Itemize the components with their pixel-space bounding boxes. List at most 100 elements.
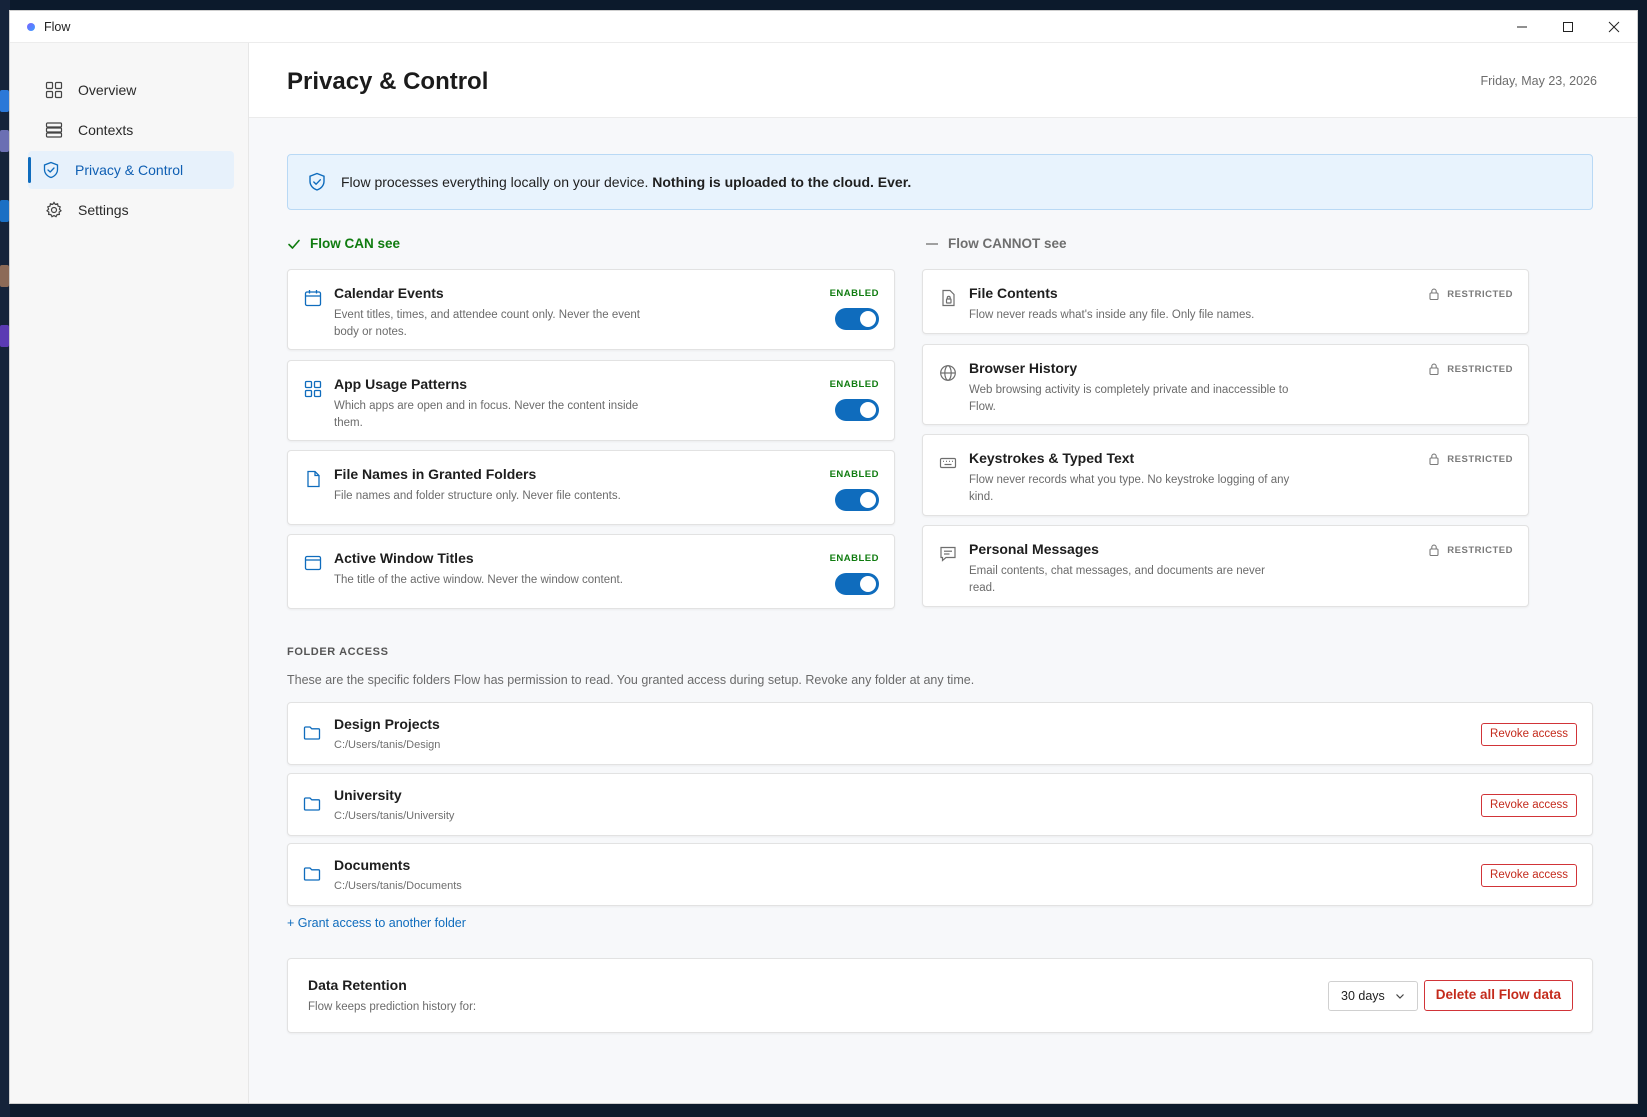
- sidebar-item-privacy-control[interactable]: Privacy & Control: [28, 151, 234, 189]
- desktop-icon: [0, 90, 9, 112]
- restricted-card-personal-messages: Personal Messages Email contents, chat m…: [922, 525, 1529, 607]
- restricted-badge: RESTRICTED: [1429, 288, 1513, 300]
- shield-check-icon: [41, 160, 61, 180]
- restricted-card-keystrokes: Keystrokes & Typed Text Flow never recor…: [922, 434, 1529, 516]
- grid-icon: [303, 379, 323, 399]
- sidebar-item-contexts[interactable]: Contexts: [28, 111, 234, 149]
- card-description: Flow never records what you type. No key…: [969, 474, 1290, 503]
- sidebar-item-label: Contexts: [78, 122, 134, 138]
- lock-icon: [1429, 363, 1439, 375]
- privacy-banner: Flow processes everything locally on you…: [287, 154, 1593, 210]
- select-value: 30 days: [1341, 989, 1385, 1003]
- maximize-icon: [1563, 22, 1573, 32]
- close-icon: [1608, 21, 1620, 33]
- window-controls: [1499, 11, 1637, 43]
- folder-row-university: University C:/Users/tanis/University Rev…: [287, 773, 1593, 836]
- sidebar-item-label: Settings: [78, 202, 129, 218]
- restricted-label: RESTRICTED: [1447, 363, 1513, 375]
- lock-icon: [1429, 288, 1439, 300]
- sidebar-item-label: Privacy & Control: [75, 162, 184, 178]
- desktop-icon: [0, 200, 9, 222]
- shield-check-icon: [308, 172, 326, 192]
- window-titles-toggle[interactable]: [835, 573, 879, 595]
- card-title: App Usage Patterns: [334, 376, 468, 392]
- restricted-badge: RESTRICTED: [1429, 544, 1513, 556]
- maximize-button[interactable]: [1545, 11, 1591, 43]
- app-usage-toggle[interactable]: [835, 399, 879, 421]
- cannot-see-heading: Flow CANNOT see: [925, 236, 1067, 251]
- folder-row-documents: Documents C:/Users/tanis/Documents Revok…: [287, 843, 1593, 906]
- sidebar-item-overview[interactable]: Overview: [28, 71, 234, 109]
- card-description: Email contents, chat messages, and docum…: [969, 565, 1265, 594]
- checkmark-icon: [287, 237, 301, 251]
- permission-card-file-names: File Names in Granted Folders File names…: [287, 450, 895, 525]
- card-description: Flow never reads what's inside any file.…: [969, 309, 1255, 321]
- retention-period-select[interactable]: 30 days: [1328, 981, 1418, 1011]
- restricted-label: RESTRICTED: [1447, 453, 1513, 465]
- card-title: Active Window Titles: [334, 550, 474, 566]
- folder-access-label: FOLDER ACCESS: [287, 646, 389, 658]
- grid-icon: [44, 80, 64, 100]
- page-header: Privacy & Control Friday, May 23, 2026: [249, 43, 1637, 118]
- toggle-knob: [860, 492, 876, 508]
- folder-access-description: These are the specific folders Flow has …: [287, 673, 975, 687]
- card-description: Web browsing activity is completely priv…: [969, 384, 1289, 413]
- folder-icon: [303, 866, 321, 882]
- close-button[interactable]: [1591, 11, 1637, 43]
- lock-icon: [1429, 544, 1439, 556]
- banner-text: Flow processes everything locally on you…: [341, 174, 649, 190]
- delete-all-data-button[interactable]: Delete all Flow data: [1423, 980, 1573, 1011]
- desktop-icon: [0, 265, 9, 287]
- status-badge: ENABLED: [829, 469, 879, 480]
- revoke-access-button[interactable]: Revoke access: [1481, 794, 1577, 817]
- restricted-card-browser-history: Browser History Web browsing activity is…: [922, 344, 1529, 425]
- card-title: Personal Messages: [969, 541, 1099, 557]
- dash-icon: [925, 237, 939, 251]
- grant-folder-access-link[interactable]: + Grant access to another folder: [287, 916, 466, 930]
- folder-name: Documents: [334, 857, 411, 873]
- status-badge: ENABLED: [829, 288, 879, 299]
- sidebar-item-settings[interactable]: Settings: [28, 191, 234, 229]
- title-bar: Flow: [10, 11, 1637, 43]
- toggle-knob: [860, 311, 876, 327]
- status-badge: ENABLED: [829, 379, 879, 390]
- file-names-toggle[interactable]: [835, 489, 879, 511]
- folder-row-design-projects: Design Projects C:/Users/tanis/Design Re…: [287, 702, 1593, 765]
- folder-icon: [303, 725, 321, 741]
- revoke-access-button[interactable]: Revoke access: [1481, 864, 1577, 887]
- toggle-knob: [860, 402, 876, 418]
- list-stack-icon: [44, 120, 64, 140]
- data-retention-card: Data Retention Flow keeps prediction his…: [287, 958, 1593, 1033]
- restricted-label: RESTRICTED: [1447, 544, 1513, 556]
- calendar-icon: [303, 288, 323, 308]
- permission-card-app-usage: App Usage Patterns Which apps are open a…: [287, 360, 895, 441]
- card-description: File names and folder structure only. Ne…: [334, 490, 621, 502]
- retention-title: Data Retention: [308, 977, 407, 993]
- toggle-knob: [860, 576, 876, 592]
- calendar-events-toggle[interactable]: [835, 308, 879, 330]
- keyboard-icon: [938, 453, 958, 473]
- main-content: Privacy & Control Friday, May 23, 2026 F…: [249, 43, 1637, 1103]
- minimize-icon: [1517, 26, 1527, 28]
- retention-description: Flow keeps prediction history for:: [308, 1001, 477, 1013]
- revoke-access-button[interactable]: Revoke access: [1481, 723, 1577, 746]
- card-title: File Names in Granted Folders: [334, 466, 537, 482]
- gear-icon: [44, 200, 64, 220]
- globe-icon: [938, 363, 958, 383]
- permission-card-window-titles: Active Window Titles The title of the ac…: [287, 534, 895, 609]
- restricted-card-file-contents: File Contents Flow never reads what's in…: [922, 269, 1529, 334]
- folder-icon: [303, 796, 321, 812]
- lock-icon: [1429, 453, 1439, 465]
- desktop-icon: [0, 325, 9, 347]
- card-description: The title of the active window. Never th…: [334, 574, 623, 586]
- card-title: Keystrokes & Typed Text: [969, 450, 1135, 466]
- can-see-heading: Flow CAN see: [287, 236, 400, 251]
- folder-name: University: [334, 787, 402, 803]
- restricted-label: RESTRICTED: [1447, 288, 1513, 300]
- card-description: Which apps are open and in focus. Never …: [334, 400, 639, 429]
- folder-path: C:/Users/tanis/Documents: [334, 880, 462, 892]
- chevron-down-icon: [1395, 991, 1405, 1001]
- permission-card-calendar-events: Calendar Events Event titles, times, and…: [287, 269, 895, 350]
- minimize-button[interactable]: [1499, 11, 1545, 43]
- restricted-badge: RESTRICTED: [1429, 363, 1513, 375]
